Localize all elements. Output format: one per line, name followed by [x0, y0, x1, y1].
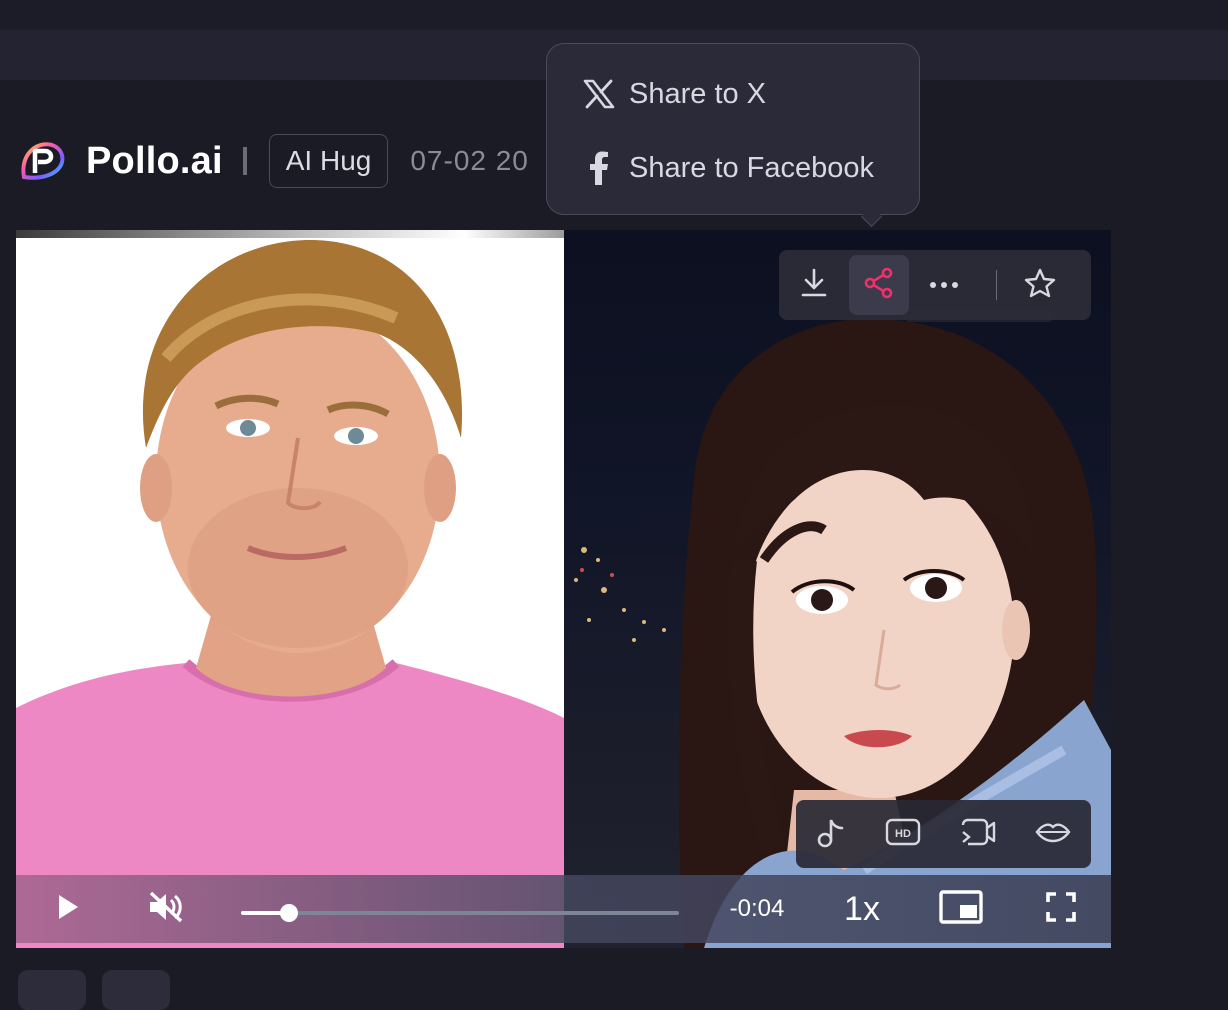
brand-name[interactable]: Pollo.ai — [86, 140, 223, 183]
time-remaining: -0:04 — [729, 895, 785, 922]
muted-speaker-icon — [147, 890, 185, 929]
page-header: Pollo.ai AI Hug 07-02 20 — [18, 130, 529, 192]
video-loading-line — [16, 230, 656, 238]
hd-icon[interactable]: HD — [885, 818, 921, 851]
video-frame-left-person — [16, 238, 564, 948]
category-tag[interactable]: AI Hug — [268, 134, 389, 188]
header-divider — [242, 147, 247, 175]
video-call-icon[interactable] — [960, 817, 996, 852]
progress-handle[interactable] — [280, 904, 299, 922]
share-to-x-label: Share to X — [629, 77, 767, 110]
footer-edit-button[interactable] — [18, 970, 86, 1010]
popover-arrow — [860, 205, 883, 228]
picture-in-picture-icon — [939, 889, 983, 929]
share-to-facebook-label: Share to Facebook — [629, 151, 875, 184]
music-note-icon[interactable] — [816, 816, 846, 853]
star-icon — [1024, 268, 1056, 303]
player-controls: -0:04 1x — [16, 875, 1111, 943]
toolbar-separator — [996, 270, 997, 300]
top-bar — [0, 0, 1228, 30]
video-player[interactable]: HD -0:04 1x — [16, 230, 1111, 948]
fullscreen-icon — [1046, 891, 1076, 927]
x-logo-icon — [581, 79, 617, 109]
video-effects-toolbar: HD — [796, 800, 1091, 868]
facebook-icon — [581, 151, 617, 185]
svg-text:HD: HD — [895, 828, 911, 840]
progress-track[interactable] — [241, 904, 679, 922]
playback-rate-label: 1x — [844, 889, 880, 928]
lips-icon[interactable] — [1035, 821, 1071, 848]
mute-button[interactable] — [144, 875, 188, 943]
fullscreen-button[interactable] — [1036, 875, 1086, 943]
pollo-logo-icon[interactable] — [18, 137, 66, 185]
play-icon — [56, 893, 80, 926]
creation-date: 07-02 20 — [410, 145, 529, 176]
footer-reuse-button[interactable] — [102, 970, 170, 1010]
share-button[interactable] — [849, 255, 909, 315]
download-icon — [800, 268, 828, 303]
time-remaining-container: -0:04 — [716, 875, 798, 943]
video-action-toolbar — [779, 250, 1091, 320]
picture-in-picture-button[interactable] — [934, 875, 988, 943]
favorite-button[interactable] — [1010, 255, 1070, 315]
playback-rate-button[interactable]: 1x — [834, 875, 890, 943]
share-to-facebook-item[interactable]: Share to Facebook — [581, 148, 874, 188]
share-to-x-item[interactable]: Share to X — [581, 74, 766, 114]
download-button[interactable] — [784, 255, 844, 315]
share-icon — [863, 267, 895, 304]
play-button[interactable] — [46, 875, 90, 943]
share-popover: Share to X Share to Facebook — [546, 43, 920, 228]
more-options-button[interactable] — [914, 255, 974, 315]
more-icon — [929, 276, 959, 294]
